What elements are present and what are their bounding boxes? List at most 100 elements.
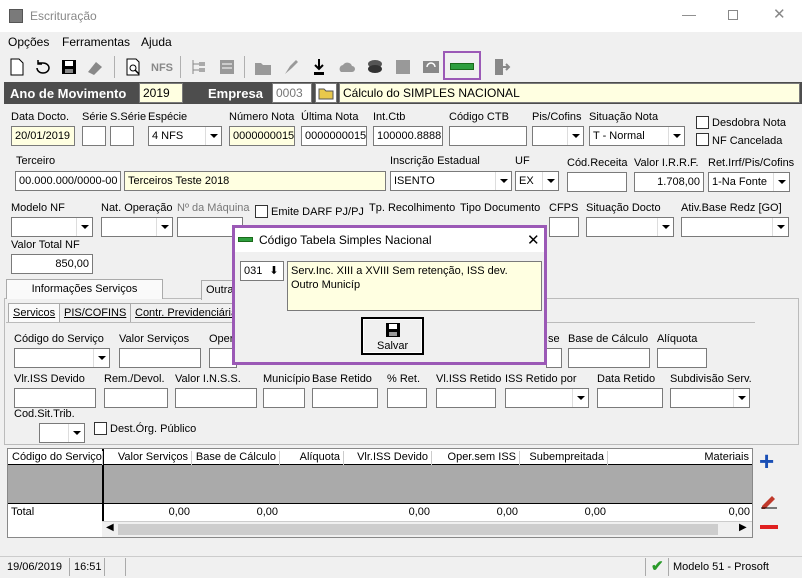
col-valor-servicos[interactable]: Valor Serviços bbox=[104, 451, 192, 465]
serie-input[interactable] bbox=[82, 126, 106, 146]
base-retido-input[interactable] bbox=[312, 388, 378, 408]
valor-irrf-input[interactable]: 1.708,00 bbox=[634, 172, 704, 192]
codigo-servico-select[interactable] bbox=[14, 348, 110, 368]
folder-icon[interactable] bbox=[252, 56, 274, 78]
col-materiais[interactable]: Materiais bbox=[608, 451, 752, 465]
scroll-left-icon[interactable]: ◀ bbox=[106, 522, 114, 533]
download-icon[interactable] bbox=[308, 56, 330, 78]
data-docto-input[interactable]: 20/01/2019 bbox=[11, 126, 75, 146]
refresh-icon[interactable] bbox=[420, 56, 442, 78]
cfps-input[interactable] bbox=[549, 217, 579, 237]
s-serie-label: S.Série bbox=[110, 111, 147, 123]
col-subempreitada[interactable]: Subempreitada bbox=[520, 451, 608, 465]
remove-row-icon[interactable] bbox=[760, 525, 778, 529]
edit-row-icon[interactable] bbox=[759, 493, 779, 509]
nfs-icon[interactable]: NFS bbox=[150, 56, 173, 78]
menu-ferramentas[interactable]: Ferramentas bbox=[62, 35, 130, 49]
add-row-icon[interactable]: + bbox=[759, 446, 774, 477]
data-retido-input[interactable] bbox=[597, 388, 663, 408]
menu-ajuda[interactable]: Ajuda bbox=[141, 35, 172, 49]
ret-irrf-select[interactable]: 1-Na Fonte bbox=[708, 172, 790, 192]
numero-nota-label: Número Nota bbox=[229, 111, 295, 123]
minimize-button[interactable]: — bbox=[682, 6, 696, 22]
col-base-calculo[interactable]: Base de Cálculo bbox=[192, 451, 280, 465]
ret-irrf-label: Ret.Irrf/Pis/Cofins bbox=[708, 157, 795, 169]
tab-pis-cofins[interactable]: PIS/COFINS bbox=[59, 303, 132, 323]
desdobra-nota-checkbox[interactable] bbox=[696, 116, 709, 129]
exit-icon[interactable] bbox=[490, 56, 512, 78]
nat-operacao-select[interactable] bbox=[101, 217, 173, 237]
codigo-ctb-input[interactable] bbox=[449, 126, 527, 146]
vl-iss-retido-input[interactable] bbox=[436, 388, 496, 408]
codigo-servico-label: Código do Serviço bbox=[14, 333, 104, 345]
app-icon bbox=[9, 9, 23, 23]
especie-select[interactable]: 4 NFS bbox=[148, 126, 222, 146]
new-doc-icon[interactable] bbox=[6, 56, 28, 78]
coins-icon[interactable] bbox=[364, 56, 386, 78]
dialog-save-button[interactable]: Salvar bbox=[361, 317, 424, 355]
col-aliquota[interactable]: Alíquota bbox=[280, 451, 344, 465]
rem-devol-input[interactable] bbox=[104, 388, 168, 408]
folder-open-icon[interactable] bbox=[315, 83, 337, 103]
emite-darf-checkbox[interactable] bbox=[255, 205, 268, 218]
undo-icon[interactable] bbox=[32, 56, 54, 78]
serie-label: Série bbox=[82, 111, 108, 123]
report-icon[interactable] bbox=[216, 56, 238, 78]
preview-icon[interactable] bbox=[122, 56, 144, 78]
int-ctb-input[interactable]: 100000.8888 bbox=[373, 126, 443, 146]
municipio-input[interactable] bbox=[263, 388, 305, 408]
iss-retido-por-select[interactable] bbox=[505, 388, 589, 408]
tipo-documento-label: Tipo Documento bbox=[460, 202, 541, 214]
vlr-iss-devido-input[interactable] bbox=[14, 388, 96, 408]
scroll-right-icon[interactable]: ▶ bbox=[739, 522, 747, 533]
s-serie-input[interactable] bbox=[110, 126, 134, 146]
se-input[interactable] bbox=[546, 348, 562, 368]
tab-servicos[interactable]: Servicos bbox=[8, 303, 61, 323]
base-calculo-input[interactable] bbox=[568, 348, 650, 368]
tab-contr-previdenciaria[interactable]: Contr. Previdenciária bbox=[130, 303, 237, 323]
ano-input[interactable]: 2019 bbox=[139, 83, 183, 103]
brush-icon[interactable] bbox=[280, 56, 302, 78]
iss-retido-por-label: ISS Retido por bbox=[505, 373, 577, 385]
scroll-thumb[interactable] bbox=[118, 524, 718, 535]
situacao-nota-select[interactable]: T - Normal bbox=[589, 126, 685, 146]
subdivisao-select[interactable] bbox=[670, 388, 750, 408]
ultima-nota-input: 0000000015 bbox=[301, 126, 367, 146]
dialog-close-button[interactable]: ✕ bbox=[527, 231, 540, 249]
save-icon[interactable] bbox=[58, 56, 80, 78]
pct-ret-input[interactable] bbox=[387, 388, 427, 408]
uf-select[interactable]: EX bbox=[515, 171, 559, 191]
eraser-icon[interactable] bbox=[84, 56, 106, 78]
simples-nacional-button[interactable] bbox=[443, 51, 481, 80]
cod-sit-trib-select[interactable] bbox=[39, 423, 85, 443]
aliquota-input[interactable] bbox=[657, 348, 707, 368]
col-oper-sem-iss[interactable]: Oper.sem ISS bbox=[432, 451, 520, 465]
valor-inss-input[interactable] bbox=[175, 388, 257, 408]
ativ-base-select[interactable] bbox=[681, 217, 789, 237]
total-oper-sem-iss: 0,00 bbox=[496, 506, 518, 518]
valor-total-nf-input[interactable]: 850,00 bbox=[11, 254, 93, 274]
inscricao-estadual-select[interactable]: ISENTO bbox=[390, 171, 512, 191]
col-codigo-servico[interactable]: Código do Serviço bbox=[9, 451, 103, 465]
book-icon[interactable] bbox=[392, 56, 414, 78]
valor-servicos-input[interactable] bbox=[119, 348, 201, 368]
cod-receita-input[interactable] bbox=[567, 172, 627, 192]
col-vlr-iss-devido[interactable]: Vlr.ISS Devido bbox=[344, 451, 432, 465]
situacao-docto-select[interactable] bbox=[586, 217, 674, 237]
tab-informacoes-servicos[interactable]: Informações Serviços bbox=[6, 279, 163, 299]
cloud-icon[interactable] bbox=[336, 56, 358, 78]
tree-icon[interactable] bbox=[188, 56, 210, 78]
status-model: Modelo 51 - Prosoft bbox=[673, 561, 769, 573]
dialog-code-input[interactable]: 031 ⬇ bbox=[240, 261, 284, 281]
dest-org-checkbox[interactable] bbox=[94, 422, 107, 435]
dialog-code-dropdown-icon[interactable]: ⬇ bbox=[267, 264, 281, 278]
empresa-code[interactable]: 0003 bbox=[272, 83, 312, 103]
maximize-button[interactable] bbox=[728, 10, 738, 20]
menu-opcoes[interactable]: Opções bbox=[8, 35, 49, 49]
pis-cofins-select[interactable] bbox=[532, 126, 584, 146]
nf-cancelada-checkbox[interactable] bbox=[696, 133, 709, 146]
modelo-nf-select[interactable] bbox=[11, 217, 93, 237]
close-window-button[interactable]: ✕ bbox=[773, 5, 786, 23]
terceiro-code-input[interactable]: 00.000.000/0000-00 bbox=[15, 171, 121, 191]
numero-nota-input[interactable]: 0000000015 bbox=[229, 126, 295, 146]
